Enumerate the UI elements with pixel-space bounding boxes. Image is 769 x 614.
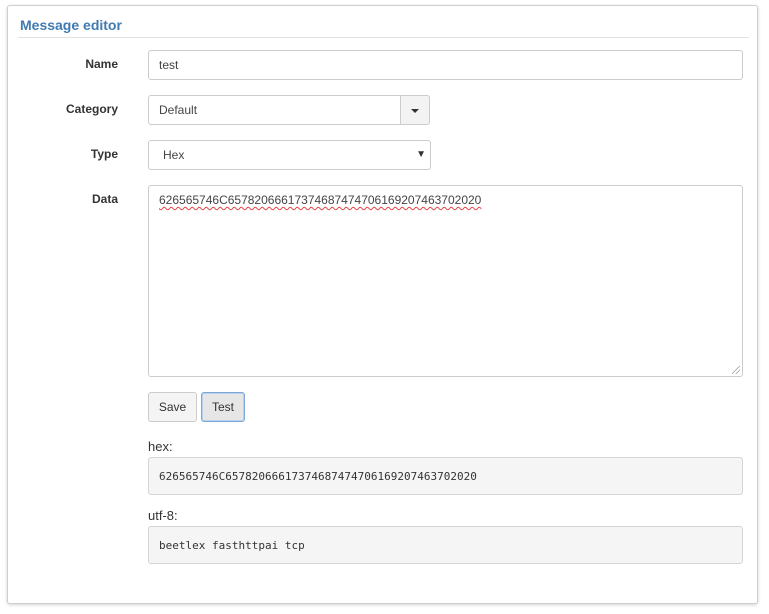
name-input[interactable]: test (148, 50, 743, 80)
utf8-label: utf-8: (148, 508, 178, 523)
test-button[interactable]: Test (201, 392, 245, 422)
utf8-output: beetlex fasthttpai tcp (148, 526, 743, 564)
type-label: Type (90, 147, 118, 161)
select-arrow-icon: ▼ (416, 149, 426, 160)
name-label: Name (85, 57, 118, 71)
panel-title: Message editor (20, 17, 122, 33)
caret-down-icon (411, 109, 419, 113)
category-dropdown-button[interactable] (400, 95, 430, 125)
save-button[interactable]: Save (148, 392, 197, 422)
hex-output: 626565746C657820666173746874747061692074… (148, 457, 743, 495)
data-textarea[interactable]: 626565746C657820666173746874747061692074… (148, 185, 743, 377)
title-divider (18, 37, 749, 38)
category-input[interactable]: Default (148, 95, 401, 125)
hex-label: hex: (148, 439, 173, 454)
resize-grip-icon[interactable] (732, 366, 740, 374)
type-select[interactable]: Hex ▼ (148, 140, 431, 170)
type-select-value: Hex (163, 148, 185, 162)
category-label: Category (65, 102, 118, 116)
data-label: Data (91, 192, 118, 206)
data-textarea-value: 626565746C657820666173746874747061692074… (159, 193, 482, 207)
